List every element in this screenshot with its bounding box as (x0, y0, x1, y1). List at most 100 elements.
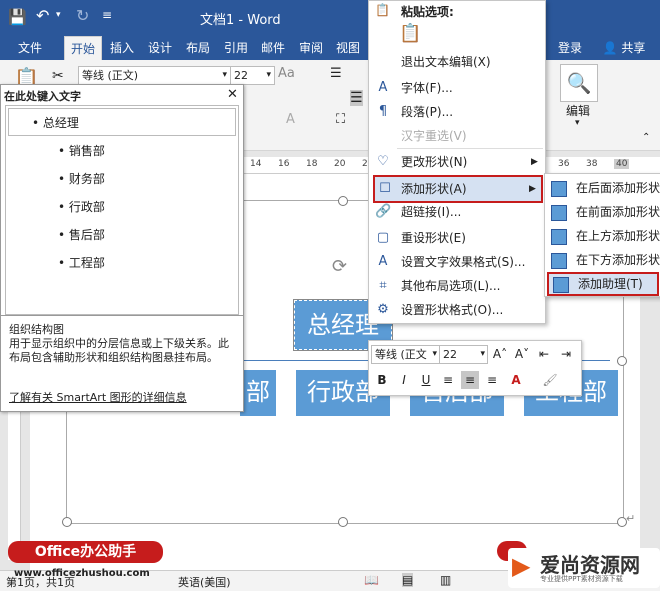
tab-insert[interactable]: 插入 (104, 36, 140, 60)
align-center-icon[interactable]: ☰ (350, 90, 363, 106)
menu-item-hyperlink[interactable]: 🔗 超链接(I)... (369, 200, 545, 224)
font-name-combo[interactable]: 等线 (正文) ▾ (78, 66, 231, 85)
add-assistant-icon (553, 277, 569, 293)
decrease-indent-icon[interactable]: ⇤ (535, 345, 553, 363)
align-right-icon[interactable]: ≡ (483, 371, 501, 389)
ruler-tick: 36 (558, 159, 570, 169)
submenu-item-add-after[interactable]: 在后面添加形状 (545, 176, 660, 200)
undo-icon[interactable]: ↶ (36, 6, 49, 25)
watermark-play-icon: ▶ (512, 552, 531, 580)
customize-qat-icon[interactable]: ≡ (102, 8, 112, 22)
menu-item-format-shape[interactable]: ⚙ 设置形状格式(O)... (369, 298, 545, 322)
smartart-node[interactable]: 部 (240, 370, 276, 416)
tab-design[interactable]: 设计 (142, 36, 178, 60)
text-pane-list[interactable]: • 总经理 • 销售部 • 财务部 • 行政部 • 售后部 • 工程部 (5, 105, 239, 315)
ribbon-tabs: 文件 开始 插入 设计 布局 引用 邮件 审阅 视图 登录 👤 共享 (0, 36, 660, 61)
close-icon[interactable]: ✕ (227, 87, 238, 102)
menu-item-hanzi-reconvert[interactable]: 汉字重选(V) (369, 124, 545, 148)
font-name-value: 等线 (正文) (82, 69, 139, 82)
clipboard-icon: 📋 (375, 3, 390, 17)
underline-icon[interactable]: U (417, 371, 435, 389)
list-item[interactable]: • 行政部 (58, 198, 105, 215)
tab-layout[interactable]: 布局 (180, 36, 216, 60)
tab-home[interactable]: 开始 (64, 36, 102, 61)
language-status[interactable]: 英语(美国) (178, 574, 231, 590)
list-item[interactable]: • 销售部 (58, 142, 105, 159)
grow-font-icon[interactable]: A˄ (491, 345, 509, 363)
ruler-tick: 40 (614, 159, 630, 169)
tab-references[interactable]: 引用 (218, 36, 254, 60)
increase-indent-icon[interactable]: ⇥ (557, 345, 575, 363)
mini-font-name-combo[interactable]: 等线 (正文 ▾ (371, 345, 440, 364)
align-left-icon[interactable]: ≡ (439, 371, 457, 389)
tab-mailings[interactable]: 邮件 (255, 36, 291, 60)
mini-font-name-value: 等线 (正文 (375, 348, 427, 361)
font-size-value: 22 (234, 69, 248, 82)
resize-handle[interactable] (617, 356, 627, 366)
mini-font-size-combo[interactable]: 22 ▾ (439, 345, 488, 364)
list-item[interactable]: • 工程部 (58, 254, 105, 271)
change-case-icon[interactable]: Aa (278, 66, 295, 81)
menu-item-reset-shape[interactable]: ▢ 重设形状(E) (369, 226, 545, 250)
bullets-icon[interactable]: ☰ (330, 66, 342, 81)
chevron-down-icon: ▾ (432, 349, 437, 359)
menu-item-font[interactable]: A 字体(F)... (369, 76, 545, 100)
shrink-font-icon[interactable]: A˅ (513, 345, 531, 363)
italic-icon[interactable]: I (395, 371, 413, 389)
text-effects-icon[interactable]: A (286, 112, 295, 127)
resize-handle[interactable] (338, 517, 348, 527)
align-center-icon[interactable]: ≡ (461, 371, 479, 389)
submenu-arrow-icon: ▶ (531, 157, 538, 167)
watermark-right: ▶ 爱尚资源网 专业提供PPT素材资源下载 (508, 548, 660, 588)
read-mode-icon[interactable]: 📖 (364, 573, 379, 587)
submenu-item-add-before[interactable]: 在前面添加形状 (545, 200, 660, 224)
undo-dropdown-icon[interactable]: ▾ (56, 10, 61, 20)
list-item[interactable]: • 售后部 (58, 226, 105, 243)
reset-shape-icon: ▢ (376, 230, 390, 245)
tab-file[interactable]: 文件 (10, 36, 50, 60)
menu-item-exit-text-edit[interactable]: 退出文本编辑(X) (369, 50, 545, 74)
share-button[interactable]: 👤 共享 (592, 36, 656, 60)
paste-keep-text-icon[interactable]: 📋 (399, 23, 421, 44)
smartart-help-link[interactable]: 了解有关 SmartArt 图形的详细信息 (9, 389, 187, 405)
resize-handle[interactable] (338, 196, 348, 206)
format-painter-icon[interactable]: 🖌 (541, 371, 559, 389)
resize-handle[interactable] (62, 517, 72, 527)
save-icon[interactable]: 💾 (8, 8, 27, 26)
layout-options-icon: ⌗ (379, 278, 387, 293)
collapse-ribbon-icon[interactable]: ⌃ (642, 132, 650, 143)
paste-options-label: 粘贴选项: (401, 5, 454, 19)
edit-group-label[interactable]: 编辑 (566, 102, 590, 119)
tab-review[interactable]: 审阅 (293, 36, 329, 60)
menu-item-more-layout[interactable]: ⌗ 其他布局选项(L)... (369, 274, 545, 298)
submenu-item-add-below[interactable]: 在下方添加形状 (545, 248, 660, 272)
person-icon: 👤 (602, 41, 618, 55)
shading-icon[interactable]: ⛶ (336, 112, 345, 127)
login-link[interactable]: 登录 (552, 36, 588, 60)
search-icon[interactable]: 🔍 (560, 64, 598, 102)
menu-item-text-effects[interactable]: A 设置文字效果格式(S)... (369, 250, 545, 274)
bold-icon[interactable]: B (373, 371, 391, 389)
text-pane-title: 在此处键入文字 (4, 90, 81, 103)
list-item[interactable]: • 总经理 (32, 114, 79, 131)
add-above-icon (551, 229, 567, 245)
web-layout-icon[interactable]: ▥ (440, 573, 451, 587)
layout-info-description: 用于显示组织中的分层信息或上下级关系。此布局包含辅助形状和组织结构图悬挂布局。 (9, 337, 229, 364)
list-item[interactable]: • 财务部 (58, 170, 105, 187)
font-size-combo[interactable]: 22 ▾ (230, 66, 275, 85)
font-color-icon[interactable]: A (507, 371, 525, 389)
ruler-tick: 38 (586, 159, 598, 169)
menu-separator (397, 148, 543, 149)
menu-item-change-shape[interactable]: ♡ 更改形状(N) ▶ (369, 150, 545, 174)
tab-view[interactable]: 视图 (330, 36, 366, 60)
smartart-text-pane: 在此处键入文字 ✕ • 总经理 • 销售部 • 财务部 • 行政部 • 售后部 … (0, 84, 244, 412)
submenu-item-add-above[interactable]: 在上方添加形状 (545, 224, 660, 248)
submenu-item-add-assistant[interactable]: 添加助理(T) (547, 272, 659, 296)
ruler-tick: 20 (334, 159, 346, 169)
cut-icon[interactable]: ✂ (52, 68, 64, 84)
redo-icon[interactable]: ↻ (76, 6, 89, 25)
rotate-handle-icon[interactable]: ⟳ (332, 256, 347, 277)
menu-item-add-shape[interactable]: ☐ 添加形状(A) ▶ (373, 175, 543, 203)
menu-item-paragraph[interactable]: ¶ 段落(P)... (369, 100, 545, 124)
print-layout-icon[interactable]: ▤ (402, 573, 414, 587)
